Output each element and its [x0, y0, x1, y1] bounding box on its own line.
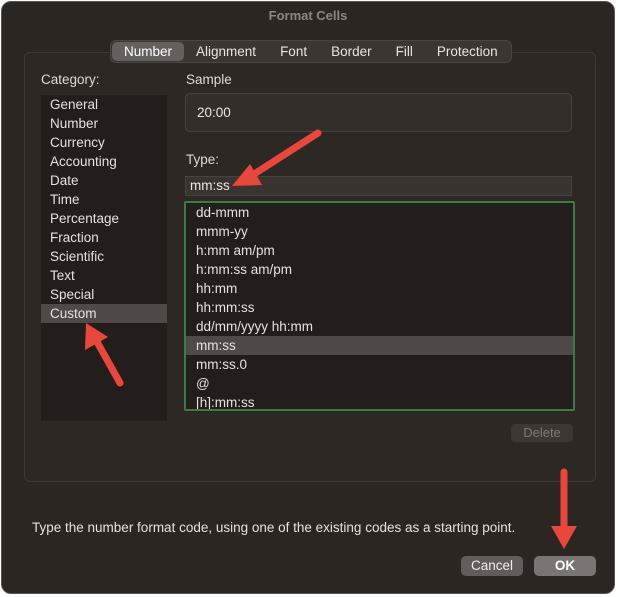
delete-button[interactable]: Delete	[511, 424, 573, 442]
format-item[interactable]: [h]:mm:ss	[186, 393, 573, 409]
tab-alignment[interactable]: Alignment	[184, 42, 268, 61]
category-item-percentage[interactable]: Percentage	[41, 209, 167, 228]
tab-font[interactable]: Font	[268, 42, 319, 61]
category-item-date[interactable]: Date	[41, 171, 167, 190]
category-item-accounting[interactable]: Accounting	[41, 152, 167, 171]
tab-protection[interactable]: Protection	[425, 42, 510, 61]
category-item-currency[interactable]: Currency	[41, 133, 167, 152]
format-item[interactable]: @	[186, 374, 573, 393]
format-item[interactable]: dd/mm/yyyy hh:mm	[186, 317, 573, 336]
category-item-number[interactable]: Number	[41, 114, 167, 133]
category-item-text[interactable]: Text	[41, 266, 167, 285]
ok-button[interactable]: OK	[534, 556, 596, 576]
tab-border[interactable]: Border	[319, 42, 384, 61]
tab-fill[interactable]: Fill	[384, 42, 425, 61]
sample-label: Sample	[186, 72, 232, 87]
category-label: Category:	[41, 72, 100, 87]
format-item[interactable]: mmm-yy	[186, 222, 573, 241]
format-item[interactable]: hh:mm	[186, 279, 573, 298]
format-item[interactable]: dd-mmm	[186, 203, 573, 222]
type-label: Type:	[186, 152, 220, 167]
tab-bar: Number Alignment Font Border Fill Protec…	[110, 40, 512, 63]
sample-preview: 20:00	[185, 93, 572, 132]
tab-number[interactable]: Number	[112, 42, 185, 61]
category-list[interactable]: General Number Currency Accounting Date …	[41, 95, 167, 421]
category-item-general[interactable]: General	[41, 95, 167, 114]
type-input[interactable]: mm:ss	[185, 176, 572, 196]
category-item-custom[interactable]: Custom	[41, 304, 167, 323]
category-item-fraction[interactable]: Fraction	[41, 228, 167, 247]
format-code-list[interactable]: dd-mmm mmm-yy h:mm am/pm h:mm:ss am/pm h…	[184, 201, 575, 411]
category-item-special[interactable]: Special	[41, 285, 167, 304]
category-item-scientific[interactable]: Scientific	[41, 247, 167, 266]
format-item-selected[interactable]: mm:ss	[186, 336, 573, 355]
format-item[interactable]: h:mm:ss am/pm	[186, 260, 573, 279]
hint-text: Type the number format code, using one o…	[32, 520, 516, 535]
category-item-time[interactable]: Time	[41, 190, 167, 209]
format-item[interactable]: h:mm am/pm	[186, 241, 573, 260]
cancel-button[interactable]: Cancel	[461, 556, 523, 576]
format-item[interactable]: hh:mm:ss	[186, 298, 573, 317]
dialog-title: Format Cells	[268, 8, 348, 23]
format-item[interactable]: mm:ss.0	[186, 355, 573, 374]
